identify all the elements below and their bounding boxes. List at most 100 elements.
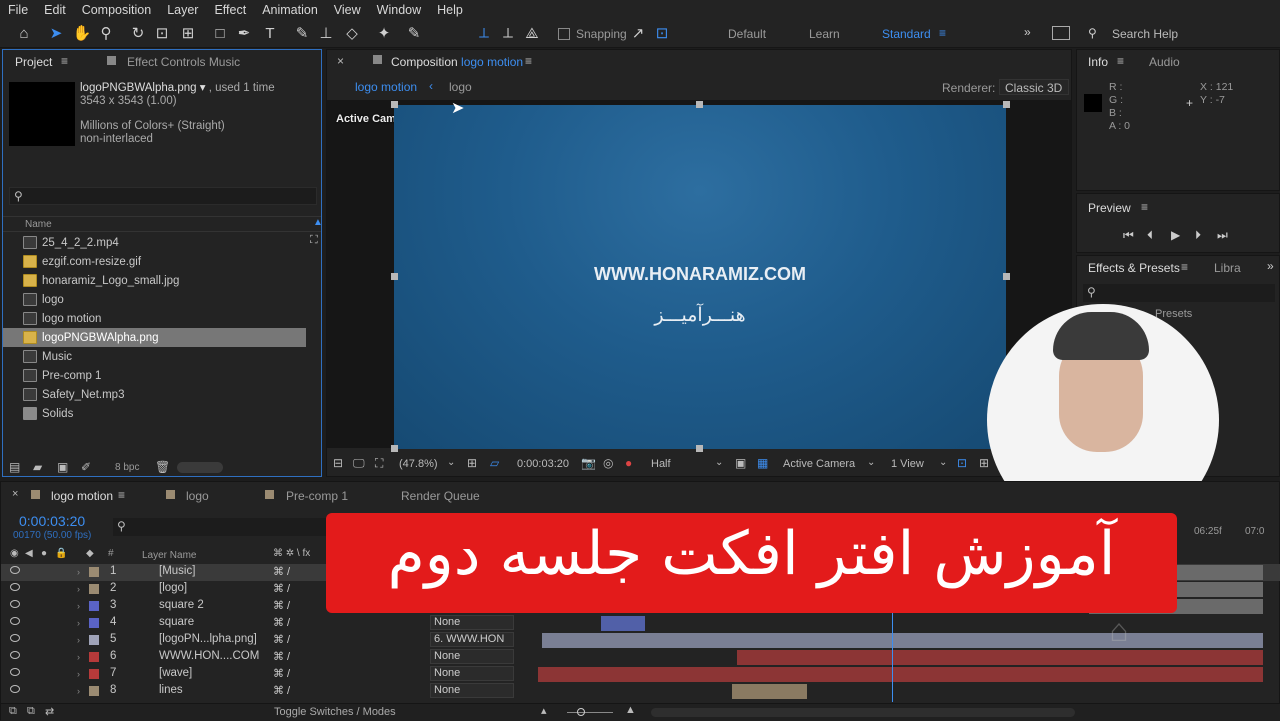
expand-arrow-icon[interactable]: › [77, 618, 80, 628]
project-item[interactable]: Safety_Net.mp3 [3, 385, 306, 404]
chevron-down-icon[interactable]: ⌄ [715, 457, 723, 468]
layer-name[interactable]: [logo] [159, 582, 187, 594]
layer-label-color[interactable] [89, 686, 99, 696]
chevron-down-icon[interactable]: ⌄ [447, 457, 455, 468]
home-icon[interactable]: ⌂ [14, 24, 34, 44]
panel-menu-icon[interactable]: ≡ [1141, 200, 1148, 214]
expand-arrow-icon[interactable]: › [77, 635, 80, 645]
monitor-icon[interactable]: 🖵 [353, 456, 365, 471]
layer-row[interactable]: › 8 lines ⌘ / None [1, 683, 1280, 700]
show-snapshot-icon[interactable]: ◎ [603, 456, 613, 470]
project-item[interactable]: logoPNGBWAlpha.png [3, 328, 306, 347]
transform-handle[interactable] [391, 273, 398, 280]
zoom-slider[interactable] [567, 712, 613, 713]
eye-icon[interactable] [10, 600, 20, 608]
tab-info[interactable]: Info [1088, 55, 1108, 69]
workspace-standard[interactable]: Standard [882, 27, 931, 41]
toggle-switches-modes[interactable]: Toggle Switches / Modes [274, 706, 396, 718]
panel-menu-icon[interactable]: ≡ [1181, 260, 1188, 274]
layer-duration-bar[interactable] [732, 684, 807, 699]
label-icon[interactable]: ◆ [86, 548, 94, 559]
layer-switches-icon[interactable]: ⌘ / [273, 582, 290, 595]
camera-tool-icon[interactable]: ⊡ [152, 24, 172, 44]
thumbnail-size-slider[interactable] [177, 462, 223, 473]
flowchart-icon[interactable]: ⛶ [310, 234, 318, 247]
menu-view[interactable]: View [326, 3, 369, 17]
layer-name[interactable]: [Music] [159, 565, 195, 577]
project-item[interactable]: 25_4_2_2.mp4 [3, 233, 306, 252]
transform-handle[interactable] [1003, 101, 1010, 108]
workspace-learn[interactable]: Learn [809, 27, 840, 41]
transform-handle[interactable] [391, 101, 398, 108]
chevron-down-icon[interactable]: ▾ [200, 82, 206, 94]
hand-tool-icon[interactable]: ✋ [72, 24, 92, 44]
new-composition-icon[interactable]: ▣ [57, 460, 68, 474]
tab-libraries[interactable]: Libra [1214, 261, 1241, 275]
layer-name-header[interactable]: Layer Name [142, 550, 196, 561]
roto-brush-icon[interactable]: ✦ [374, 24, 394, 44]
layer-duration-bar[interactable] [601, 616, 645, 631]
menu-edit[interactable]: Edit [36, 3, 74, 17]
panel-menu-icon[interactable]: ≡ [1117, 54, 1124, 68]
layer-name[interactable]: lines [159, 684, 183, 696]
always-preview-icon[interactable]: ⊟ [333, 456, 343, 470]
menu-layer[interactable]: Layer [159, 3, 206, 17]
chevron-down-icon[interactable]: ⌄ [939, 457, 947, 468]
expand-arrow-icon[interactable]: › [77, 567, 80, 577]
last-frame-icon[interactable]: ⏭ [1217, 228, 1228, 243]
transparency-grid-icon[interactable]: ▦ [757, 456, 768, 470]
workspace-menu-icon[interactable]: ≡ [939, 26, 946, 40]
project-item[interactable]: Pre-comp 1 [3, 366, 306, 385]
persian-text-layer[interactable]: هنـــرآمیـــز [394, 304, 1006, 326]
zoom-in-icon[interactable]: ▲ [625, 704, 636, 716]
layer-switches-icon[interactable]: ⌘ / [273, 616, 290, 629]
workspace-default[interactable]: Default [728, 27, 766, 41]
search-help-input[interactable]: Search Help [1112, 27, 1178, 41]
project-item[interactable]: Music [3, 347, 306, 366]
snap-edges-icon[interactable]: ↗ [628, 24, 648, 44]
composition-tab-name[interactable]: logo motion [461, 55, 523, 69]
adjust-icon[interactable]: ✐ [81, 460, 91, 474]
url-text-layer[interactable]: WWW.HONARAMIZ.COM [394, 264, 1006, 285]
tab-project[interactable]: Project [15, 55, 52, 69]
layer-switches-icon[interactable]: ⌘ / [273, 684, 290, 697]
eye-icon[interactable] [10, 685, 20, 693]
double-chevron-icon[interactable]: » [1267, 259, 1274, 273]
project-item[interactable]: logo motion [3, 309, 306, 328]
name-column-header[interactable]: Name [25, 219, 52, 230]
project-item[interactable]: ezgif.com-resize.gif [3, 252, 306, 271]
layer-label-color[interactable] [89, 669, 99, 679]
transform-handle[interactable] [696, 101, 703, 108]
menu-effect[interactable]: Effect [206, 3, 254, 17]
renderer-select[interactable]: Classic 3D [999, 79, 1069, 95]
layer-label-color[interactable] [89, 567, 99, 577]
layer-label-color[interactable] [89, 618, 99, 628]
effects-title[interactable]: Effects & Presets [1088, 261, 1180, 275]
layer-name[interactable]: [logoPN...lpha.png] [159, 633, 257, 645]
pen-tool-icon[interactable]: ✒ [234, 24, 254, 44]
previous-frame-icon[interactable]: ⏴ [1147, 228, 1153, 243]
snapping-checkbox[interactable] [558, 28, 570, 40]
close-icon[interactable]: × [12, 488, 18, 500]
eye-icon[interactable] [10, 617, 20, 625]
layer-label-color[interactable] [89, 584, 99, 594]
horizontal-scrollbar[interactable] [651, 708, 1075, 717]
eye-icon[interactable] [10, 668, 20, 676]
pan-behind-tool-icon[interactable]: ⊞ [178, 24, 198, 44]
parent-select[interactable]: 6. WWW.HON [430, 632, 514, 647]
timeline-tab-logo[interactable]: logo [186, 489, 209, 503]
new-folder-icon[interactable]: ▰ [33, 460, 42, 474]
tab-effect-controls[interactable]: Effect Controls Music [127, 55, 240, 69]
layer-switches-icon[interactable]: ⌘ / [273, 667, 290, 680]
layer-switches-icon[interactable]: ⌘ / [273, 599, 290, 612]
project-item[interactable]: honaramiz_Logo_small.jpg [3, 271, 306, 290]
selection-tool-icon[interactable]: ➤ [46, 24, 66, 44]
type-tool-icon[interactable]: T [260, 24, 280, 44]
view-layout-select[interactable]: 1 View [891, 458, 924, 470]
eraser-tool-icon[interactable]: ◇ [342, 24, 362, 44]
snapshot-icon[interactable]: 📷 [581, 456, 596, 470]
layer-switches-icon[interactable]: ⌘ / [273, 633, 290, 646]
menu-animation[interactable]: Animation [254, 3, 326, 17]
layer-name[interactable]: WWW.HON....COM [159, 650, 259, 662]
layer-name[interactable]: [wave] [159, 667, 192, 679]
